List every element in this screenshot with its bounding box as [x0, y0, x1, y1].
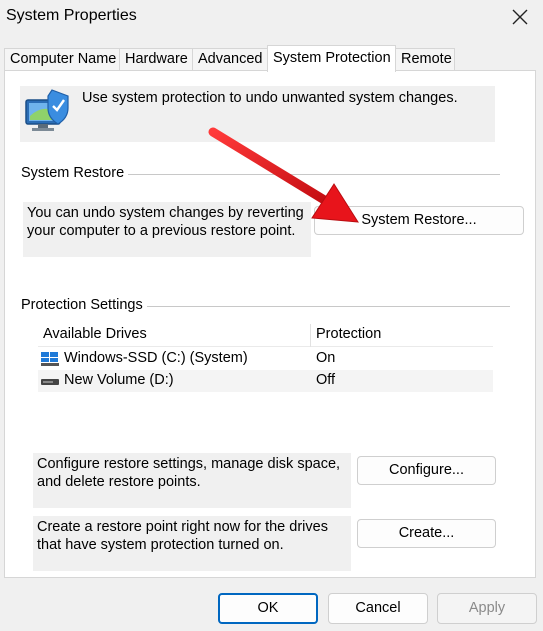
drive-protection-status: On — [316, 350, 336, 366]
tab-panel: Use system protection to undo unwanted s… — [4, 70, 536, 578]
close-button[interactable] — [505, 2, 535, 32]
configure-description: Configure restore settings, manage disk … — [33, 453, 351, 508]
title-bar: System Properties — [0, 0, 543, 40]
window-title: System Properties — [6, 7, 137, 24]
group-divider — [125, 174, 500, 175]
drives-table: Available Drives Protection Windows-SSD … — [38, 324, 493, 394]
ok-button[interactable]: OK — [218, 593, 318, 624]
drive-protection-status: Off — [316, 372, 336, 388]
configure-button[interactable]: Configure... — [357, 456, 496, 485]
tab-hardware[interactable]: Hardware — [119, 48, 193, 71]
system-restore-button[interactable]: System Restore... — [314, 206, 524, 235]
cancel-button[interactable]: Cancel — [328, 593, 428, 624]
tab-advanced[interactable]: Advanced — [192, 48, 268, 71]
protection-settings-group-label: Protection Settings — [21, 297, 147, 313]
table-header: Available Drives Protection — [38, 324, 493, 347]
tab-bar: Computer Name Hardware Advanced System P… — [4, 45, 540, 72]
tab-computer-name[interactable]: Computer Name — [4, 48, 120, 71]
create-description: Create a restore point right now for the… — [33, 516, 351, 571]
system-restore-group-label: System Restore — [21, 165, 129, 181]
intro-row: Use system protection to undo unwanted s… — [20, 86, 495, 142]
tab-remote[interactable]: Remote — [395, 48, 455, 71]
create-button[interactable]: Create... — [357, 519, 496, 548]
column-header-drives[interactable]: Available Drives — [43, 326, 147, 342]
close-icon — [512, 9, 528, 25]
intro-text: Use system protection to undo unwanted s… — [78, 86, 495, 142]
table-row[interactable]: Windows-SSD (C:) (System) On — [38, 348, 493, 370]
windows-drive-icon — [41, 352, 59, 366]
column-header-protection[interactable]: Protection — [316, 326, 381, 342]
drive-name: Windows-SSD (C:) (System) — [64, 350, 248, 366]
tab-system-protection[interactable]: System Protection — [267, 45, 396, 72]
drive-name: New Volume (D:) — [64, 372, 174, 388]
table-row[interactable]: New Volume (D:) Off — [38, 370, 493, 392]
restore-description: You can undo system changes by reverting… — [23, 202, 311, 257]
drive-icon — [41, 379, 59, 385]
column-divider — [310, 324, 311, 347]
group-divider — [147, 306, 510, 307]
apply-button[interactable]: Apply — [437, 593, 537, 624]
system-protection-icon — [20, 86, 76, 142]
